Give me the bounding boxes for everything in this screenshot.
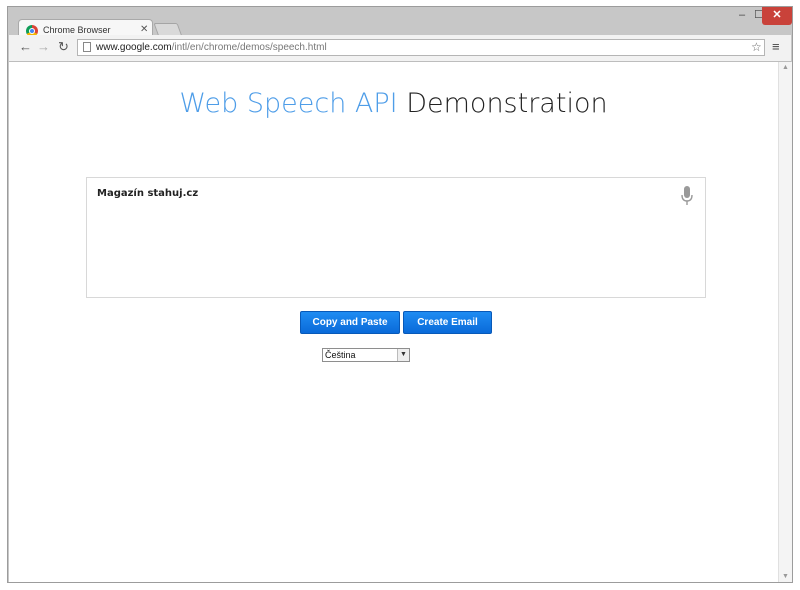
speech-results-box[interactable]: Magazín stahuj.cz [86,177,706,298]
language-selected: Čeština [325,350,356,360]
close-window-button[interactable]: ✕ [762,7,792,25]
scroll-up-icon[interactable]: ▲ [782,64,789,71]
page-icon [83,42,91,52]
scroll-down-icon[interactable]: ▼ [782,573,789,580]
bookmark-star-icon[interactable]: ☆ [751,40,762,54]
create-email-button[interactable]: Create Email [403,311,492,334]
copy-and-paste-button[interactable]: Copy and Paste [300,311,400,334]
page-title: Web Speech API Demonstration [179,88,608,119]
language-select[interactable]: Čeština ▼ [322,348,410,362]
reload-icon[interactable]: ↻ [58,40,69,54]
page-viewport: Web Speech API Demonstration Magazín sta… [9,62,778,582]
address-bar[interactable]: www.google.com/intl/en/chrome/demos/spee… [77,39,765,56]
browser-window: – ☐ ✕ Chrome Browser ✕ ← → ↻ www.google.… [7,6,793,583]
microphone-icon[interactable] [681,186,693,206]
vertical-scrollbar[interactable]: ▲ ▼ [778,62,792,582]
tab-close-icon[interactable]: ✕ [140,24,148,35]
transcript-text: Magazín stahuj.cz [97,188,199,199]
browser-toolbar: ← → ↻ www.google.com/intl/en/chrome/demo… [9,35,791,62]
tab-title: Chrome Browser [43,25,111,35]
chrome-menu-icon[interactable]: ≡ [772,39,780,54]
url-text: www.google.com/intl/en/chrome/demos/spee… [96,42,327,53]
dropdown-arrow-icon: ▼ [397,349,409,361]
back-arrow-icon[interactable]: ← [19,40,32,54]
forward-arrow-icon[interactable]: → [37,40,50,54]
